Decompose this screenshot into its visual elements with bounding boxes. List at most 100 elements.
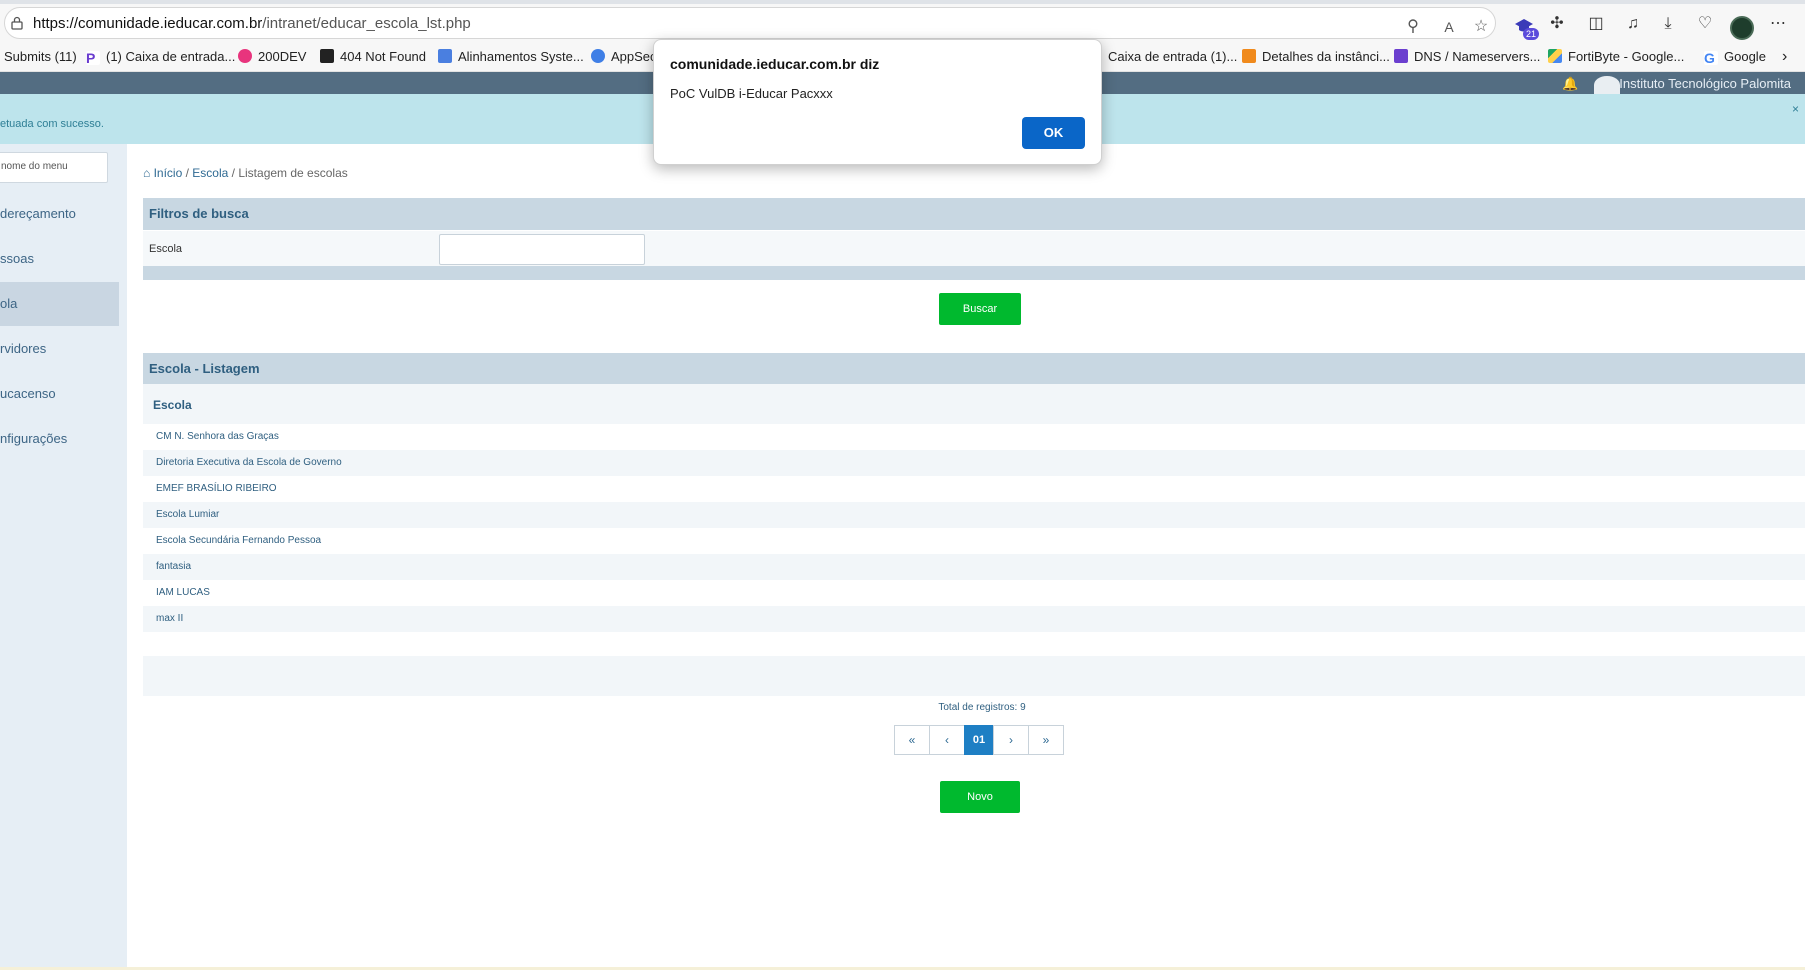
bookmark-label: 200DEV [258, 49, 307, 64]
sidebar-item-enderecamento[interactable]: dereçamento [0, 192, 119, 236]
home-icon[interactable]: ⌂ [143, 166, 150, 180]
table-row[interactable]: CM N. Senhora das Graças [143, 424, 1805, 450]
dialog-message: PoC VulDB i-Educar Pacxxx [670, 86, 833, 101]
institution-name[interactable]: Instituto Tecnológico Palomita [1619, 76, 1791, 91]
bookmark-google[interactable]: G Google [1704, 48, 1766, 66]
drop-icon [591, 49, 605, 63]
download-icon[interactable]: ⤓ [1657, 13, 1679, 35]
bookmarks-overflow-icon[interactable]: › [1782, 48, 1787, 66]
last-page-button[interactable]: » [1028, 725, 1064, 755]
bookmark-label: Submits (11) [4, 49, 77, 64]
bookmark-caixa-entrada[interactable]: P (1) Caixa de entrada... [86, 48, 235, 66]
dialog-title: comunidade.ieducar.com.br diz [670, 56, 880, 72]
pink-swoosh-icon [238, 49, 252, 63]
profile-avatar[interactable] [1730, 16, 1754, 40]
google-icon: G [1704, 51, 1718, 65]
breadcrumb-separator: / [182, 166, 193, 180]
drive-icon [1548, 49, 1562, 63]
bookmark-fortibyte[interactable]: FortiByte - Google... [1548, 48, 1684, 66]
v-logo-icon [320, 49, 334, 63]
ok-button[interactable]: OK [1022, 117, 1085, 149]
breadcrumb: ⌂ Início / Escola / Listagem de escolas [143, 166, 348, 180]
table-row[interactable]: Escola Secundária Fernando Pessoa [143, 528, 1805, 554]
doc-icon [438, 49, 452, 63]
bell-icon[interactable]: 🔔 [1562, 76, 1578, 92]
read-aloud-icon[interactable]: A [1439, 17, 1459, 37]
orange-icon [1242, 49, 1256, 63]
purple-h-icon [1394, 49, 1408, 63]
url-path: /intranet/educar_escola_lst.php [262, 15, 471, 32]
favorite-star-icon[interactable]: ☆ [1471, 17, 1491, 37]
table-row[interactable]: EMEF BRASÍLIO RIBEIRO [143, 476, 1805, 502]
sidebar-item-educacenso[interactable]: ucacenso [0, 372, 119, 416]
table-row[interactable]: fantasia [143, 554, 1805, 580]
sidebar-item-pessoas[interactable]: ssoas [0, 237, 119, 281]
bookmark-label: Google [1724, 49, 1766, 64]
breadcrumb-separator: / [228, 166, 239, 180]
table-footer [143, 656, 1805, 696]
column-escola[interactable]: Escola [153, 398, 192, 412]
url-text[interactable]: https://comunidade.ieducar.com.br/intran… [33, 15, 471, 32]
table-row[interactable]: IAM LUCAS [143, 580, 1805, 606]
sidebar-item-escola[interactable]: ola [0, 282, 119, 326]
bookmark-label: AppSec [611, 49, 657, 64]
puzzle-extensions-icon[interactable]: ✣ [1546, 13, 1568, 35]
pagination: « ‹ 01 › » [894, 725, 1064, 755]
bookmark-200dev[interactable]: 200DEV [238, 48, 306, 66]
bookmark-detalhes[interactable]: Detalhes da instânci... [1242, 48, 1390, 66]
table-row[interactable]: Diretoria Executiva da Escola de Governo [143, 450, 1805, 476]
first-page-button[interactable]: « [894, 725, 930, 755]
main-content: ⌂ Início / Escola / Listagem de escolas … [127, 144, 1805, 970]
bookmark-alinhamentos[interactable]: Alinhamentos Syste... [438, 48, 584, 66]
more-menu-icon[interactable]: ⋯ [1767, 13, 1789, 35]
breadcrumb-current: Listagem de escolas [238, 166, 348, 180]
sidebar: nome do menu dereçamento ssoas ola rvido… [0, 144, 127, 970]
bookmark-label: Alinhamentos Syste... [458, 49, 584, 64]
table-row[interactable]: Escola Lumiar [143, 502, 1805, 528]
table-header: Escola [143, 384, 1805, 424]
bookmark-label: DNS / Nameservers... [1414, 49, 1541, 64]
escola-filter-label: Escola [149, 243, 183, 255]
music-icon[interactable]: ♫ [1622, 13, 1644, 35]
table-row[interactable]: max II [143, 606, 1805, 632]
zoom-icon[interactable]: ⚲ [1403, 17, 1423, 37]
current-page-button[interactable]: 01 [964, 725, 994, 755]
alert-dialog: comunidade.ieducar.com.br diz PoC VulDB … [653, 39, 1102, 165]
new-button[interactable]: Novo [940, 781, 1020, 813]
health-heart-icon[interactable]: ♡ [1694, 13, 1716, 35]
filters-title: Filtros de busca [143, 198, 1805, 230]
bookmark-label: (1) Caixa de entrada... [106, 49, 236, 64]
bookmark-404[interactable]: 404 Not Found [320, 48, 426, 66]
split-screen-icon[interactable]: ◫ [1585, 13, 1607, 35]
lock-icon[interactable] [11, 16, 23, 30]
purple-p-icon: P [86, 51, 100, 65]
bookmark-label: Caixa de entrada (1)... [1108, 49, 1238, 64]
bookmark-label: 404 Not Found [340, 49, 427, 64]
listing-title: Escola - Listagem [143, 353, 1805, 385]
alert-text: etuada com sucesso. [0, 118, 104, 130]
menu-search-input[interactable]: nome do menu [0, 152, 108, 183]
total-records: Total de registros: 9 [938, 702, 1026, 713]
extension-badge: 21 [1522, 28, 1539, 40]
next-page-button[interactable]: › [993, 725, 1029, 755]
avatar[interactable] [1594, 76, 1620, 94]
breadcrumb-home[interactable]: Início [154, 166, 183, 180]
close-icon[interactable]: × [1792, 102, 1799, 116]
escola-filter-input[interactable] [439, 234, 645, 265]
bookmark-label: FortiByte - Google... [1568, 49, 1685, 64]
bookmark-caixa-entrada-2[interactable]: Caixa de entrada (1)... [1108, 48, 1237, 66]
bookmark-submits[interactable]: Submits (11) [4, 48, 77, 66]
address-bar[interactable]: https://comunidade.ieducar.com.br/intran… [4, 7, 1496, 39]
bookmark-dns[interactable]: DNS / Nameservers... [1394, 48, 1540, 66]
breadcrumb-escola[interactable]: Escola [192, 166, 228, 180]
bookmark-appsec[interactable]: AppSec [591, 48, 657, 66]
sidebar-item-servidores[interactable]: rvidores [0, 327, 119, 371]
sidebar-item-configuracoes[interactable]: nfigurações [0, 417, 119, 461]
extension-icon[interactable]: 21 [1514, 16, 1539, 40]
filter-row: Escola [143, 231, 1805, 266]
search-button[interactable]: Buscar [939, 293, 1021, 325]
filter-footer [143, 266, 1805, 280]
prev-page-button[interactable]: ‹ [929, 725, 965, 755]
url-host: https://comunidade.ieducar.com.br [33, 15, 263, 32]
address-bar-row: https://comunidade.ieducar.com.br/intran… [0, 4, 1805, 42]
